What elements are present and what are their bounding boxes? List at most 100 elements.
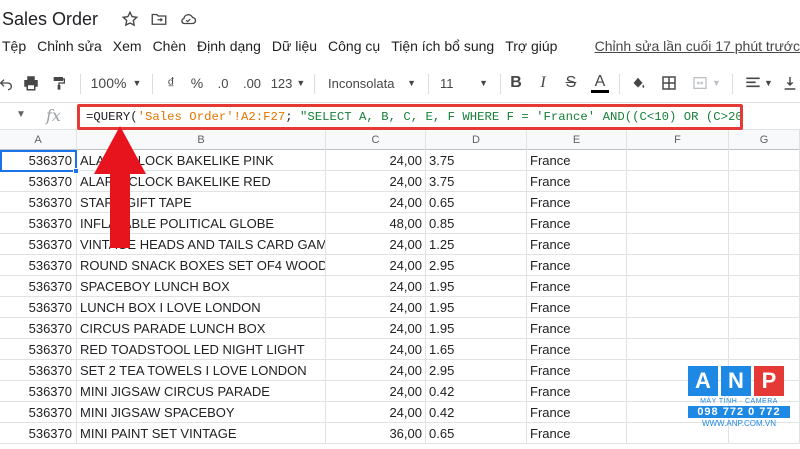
horizontal-align-icon[interactable]: ▼ [742,66,776,100]
cell-e[interactable]: France [527,339,627,360]
cell-g[interactable] [729,339,800,360]
italic-button[interactable]: I [533,66,553,100]
cell-e[interactable]: France [527,255,627,276]
cell-g[interactable] [729,255,800,276]
cell-a[interactable]: 536370 [0,171,77,192]
cell-d[interactable]: 0.42 [426,402,527,423]
fill-handle[interactable] [73,168,79,174]
more-formats-select[interactable]: 123 ▼ [268,66,308,100]
cell-f[interactable] [627,339,729,360]
cell-c[interactable]: 24,00 [326,192,426,213]
column-header-a[interactable]: A [0,130,77,150]
cell-c[interactable]: 24,00 [326,297,426,318]
cell-c[interactable]: 24,00 [326,276,426,297]
cell-d[interactable]: 0.85 [426,213,527,234]
column-header-e[interactable]: E [527,130,627,150]
cell-a[interactable]: 536370 [0,339,77,360]
cell-b[interactable]: MINI JIGSAW CIRCUS PARADE [77,381,326,402]
cell-d[interactable]: 1.95 [426,276,527,297]
cell-e[interactable]: France [527,423,627,444]
font-select[interactable]: Inconsolata ▼ [322,66,422,100]
cell-d[interactable]: 1.65 [426,339,527,360]
cell-d[interactable]: 3.75 [426,171,527,192]
menu-tools[interactable]: Công cụ [328,38,386,60]
cell-c[interactable]: 36,00 [326,423,426,444]
cell-a[interactable]: 536370 [0,381,77,402]
cell-b[interactable]: ROUND SNACK BOXES SET OF4 WOODLAND [77,255,326,276]
cell-e[interactable]: France [527,402,627,423]
menu-help[interactable]: Trợ giúp [505,38,563,60]
column-header-g[interactable]: G [729,130,800,150]
cell-c[interactable]: 24,00 [326,339,426,360]
cell-a[interactable]: 536370 [0,360,77,381]
cell-e[interactable]: France [527,192,627,213]
cell-g[interactable] [729,150,800,171]
cell-e[interactable]: France [527,360,627,381]
increase-decimal-button[interactable]: .00 [239,66,265,100]
cell-c[interactable]: 24,00 [326,171,426,192]
cell-e[interactable]: France [527,171,627,192]
cell-f[interactable] [627,171,729,192]
cell-f[interactable] [627,213,729,234]
column-header-f[interactable]: F [627,130,729,150]
cell-d[interactable]: 0.65 [426,192,527,213]
menu-file[interactable]: Tệp [0,38,32,60]
cell-c[interactable]: 24,00 [326,360,426,381]
cell-e[interactable]: France [527,213,627,234]
star-icon[interactable] [120,9,140,29]
cell-a[interactable]: 536370 [0,297,77,318]
menu-edit[interactable]: Chỉnh sửa [37,38,108,60]
cell-g[interactable] [729,297,800,318]
cell-g[interactable] [729,276,800,297]
cell-b[interactable]: MINI PAINT SET VINTAGE [77,423,326,444]
paint-format-icon[interactable] [48,66,70,100]
cell-d[interactable]: 1.95 [426,297,527,318]
cell-b[interactable]: LUNCH BOX I LOVE LONDON [77,297,326,318]
decrease-decimal-button[interactable]: .0 [212,66,234,100]
cell-f[interactable] [627,255,729,276]
cell-c[interactable]: 48,00 [326,213,426,234]
font-size-select[interactable]: 11 ▼ [434,66,494,100]
cell-d[interactable]: 1.25 [426,234,527,255]
strikethrough-button[interactable]: S [561,66,581,100]
cell-b[interactable]: MINI JIGSAW SPACEBOY [77,402,326,423]
cell-f[interactable] [627,234,729,255]
name-box-dropdown-icon[interactable]: ▼ [16,109,26,120]
cell-c[interactable]: 24,00 [326,381,426,402]
cell-a[interactable]: 536370 [0,192,77,213]
cell-g[interactable] [729,234,800,255]
last-edit-link[interactable]: Chỉnh sửa lần cuối 17 phút trước [595,38,800,54]
cloud-saved-icon[interactable] [178,9,198,29]
menu-view[interactable]: Xem [113,38,148,60]
cell-e[interactable]: France [527,318,627,339]
menu-addons[interactable]: Tiện ích bổ sung [391,38,500,60]
cell-b[interactable]: SET 2 TEA TOWELS I LOVE LONDON [77,360,326,381]
zoom-select[interactable]: 100% ▼ [88,66,144,100]
cell-c[interactable]: 24,00 [326,150,426,171]
menu-format[interactable]: Định dạng [197,38,267,60]
menu-insert[interactable]: Chèn [153,38,192,60]
cell-a[interactable]: 536370 [0,423,77,444]
cell-e[interactable]: France [527,150,627,171]
cell-g[interactable] [729,318,800,339]
cell-c[interactable]: 24,00 [326,318,426,339]
cell-d[interactable]: 0.42 [426,381,527,402]
cell-a[interactable]: 536370 [0,213,77,234]
cell-a[interactable]: 536370 [0,402,77,423]
cell-d[interactable]: 3.75 [426,150,527,171]
column-header-d[interactable]: D [426,130,527,150]
merge-cells-icon[interactable]: ▼ [688,66,724,100]
column-header-c[interactable]: C [326,130,426,150]
undo-icon[interactable] [0,66,16,100]
cell-b[interactable]: RED TOADSTOOL LED NIGHT LIGHT [77,339,326,360]
cell-e[interactable]: France [527,297,627,318]
cell-e[interactable]: France [527,276,627,297]
menu-data[interactable]: Dữ liệu [272,38,323,60]
cell-b[interactable]: SPACEBOY LUNCH BOX [77,276,326,297]
cell-f[interactable] [627,318,729,339]
cell-d[interactable]: 2.95 [426,255,527,276]
cell-d[interactable]: 0.65 [426,423,527,444]
formula-input[interactable]: =QUERY('Sales Order'!A2:F27; "SELECT A, … [77,104,743,130]
cell-g[interactable] [729,192,800,213]
cell-e[interactable]: France [527,381,627,402]
